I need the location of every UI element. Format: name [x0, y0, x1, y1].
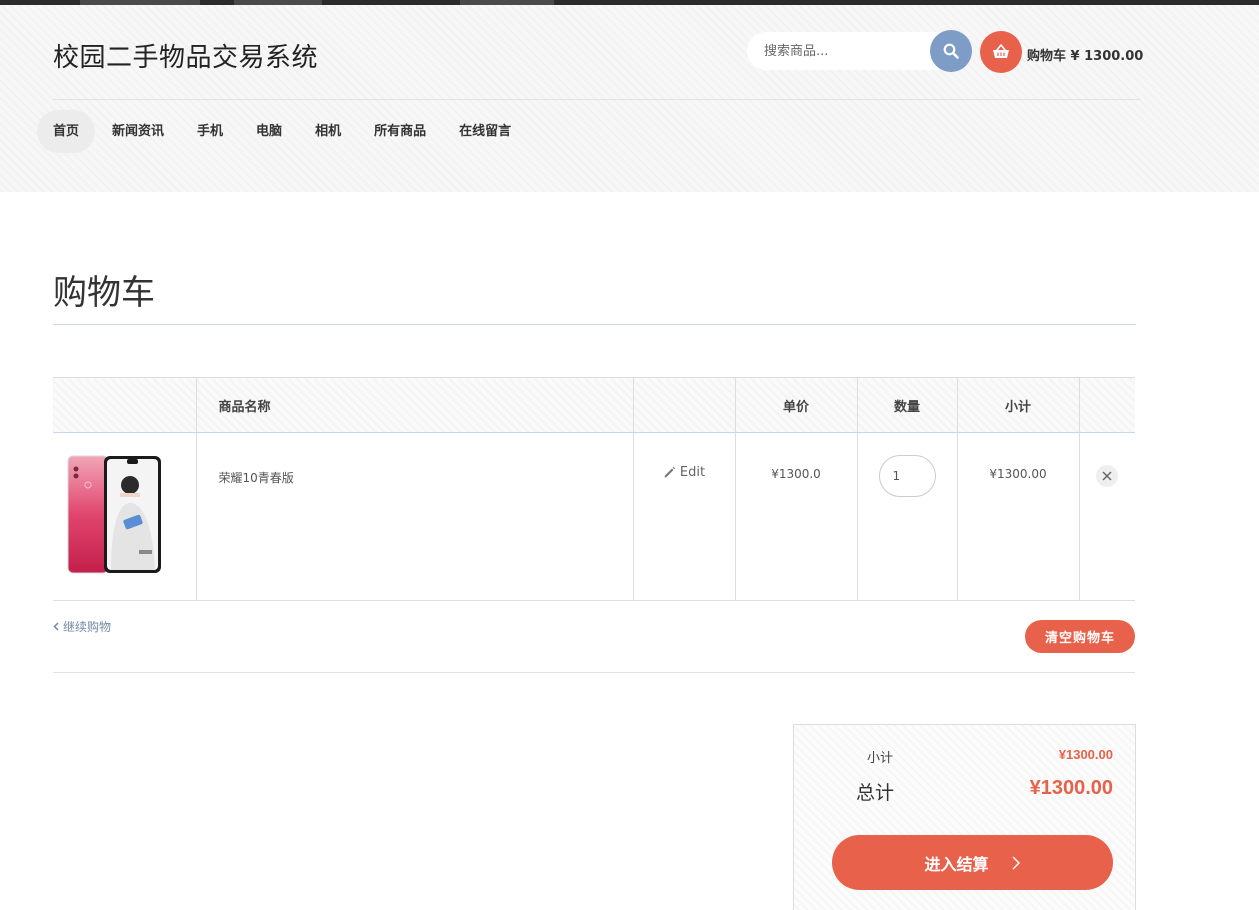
- nav-item-computers[interactable]: 电脑: [240, 110, 298, 153]
- nav-item-messages[interactable]: 在线留言: [443, 110, 527, 153]
- product-image[interactable]: [67, 455, 162, 577]
- header-unit-price: 单价: [734, 377, 858, 433]
- header-remove: [1078, 377, 1135, 433]
- continue-shopping-label: 继续购物: [63, 620, 112, 634]
- product-name[interactable]: 荣耀10青春版: [219, 471, 294, 485]
- checkout-label: 进入结算: [924, 854, 989, 874]
- nav-item-news[interactable]: 新闻资讯: [96, 110, 180, 153]
- header-subtotal: 小计: [956, 377, 1080, 433]
- unit-price: ¥1300.0: [771, 467, 821, 481]
- cart-button[interactable]: [980, 31, 1022, 73]
- page-title: 购物车: [53, 273, 155, 313]
- nav-item-phones[interactable]: 手机: [181, 110, 239, 153]
- main-nav: 首页 新闻资讯 手机 电脑 相机 所有商品 在线留言: [37, 110, 528, 153]
- pencil-icon: [664, 466, 676, 478]
- header-quantity: 数量: [856, 377, 958, 433]
- quantity-cell: [856, 432, 958, 601]
- remove-item-button[interactable]: [1096, 465, 1119, 487]
- basket-icon: [993, 44, 1009, 58]
- nav-item-cameras[interactable]: 相机: [299, 110, 357, 153]
- header-product-name: 商品名称: [195, 377, 634, 433]
- cart-bottom-divider: [53, 672, 1135, 673]
- table-row: 荣耀10青春版 Edit ¥1300.0 ¥1300.00: [53, 432, 1135, 601]
- subtotal-label: 小计: [867, 751, 894, 766]
- product-name-cell: 荣耀10青春版: [195, 432, 634, 601]
- subtotal-value: ¥1300.00: [1058, 747, 1113, 762]
- chevron-left-icon: [53, 622, 59, 631]
- remove-cell: [1078, 432, 1135, 601]
- clear-cart-button[interactable]: 清空购物车: [1025, 620, 1135, 653]
- title-divider: [53, 324, 1136, 325]
- chevron-right-icon: [1012, 856, 1020, 869]
- row-subtotal: ¥1300.00: [989, 467, 1047, 481]
- close-icon: [1102, 471, 1112, 481]
- cart-table: 商品名称 单价 数量 小计 荣耀10青春版 Edit ¥1300.0 1 ¥13…: [53, 377, 1135, 601]
- quantity-input[interactable]: [878, 455, 936, 497]
- site-title[interactable]: 校园二手物品交易系统: [53, 37, 318, 74]
- product-image-cell: [53, 432, 197, 601]
- total-value: ¥1300.00: [1029, 777, 1113, 799]
- search-input[interactable]: [747, 32, 957, 70]
- continue-shopping-link[interactable]: 继续购物: [53, 618, 111, 635]
- nav-item-home[interactable]: 首页: [37, 110, 96, 153]
- nav-item-all-products[interactable]: 所有商品: [358, 110, 442, 153]
- subtotal-cell: ¥1300.00: [956, 432, 1080, 601]
- header-divider: [53, 99, 1140, 100]
- cart-totals-panel: 小计 ¥1300.00 总计 ¥1300.00 进入结算: [793, 724, 1136, 910]
- unit-price-cell: ¥1300.0: [734, 432, 858, 601]
- total-label: 总计: [856, 782, 895, 804]
- search-button[interactable]: [930, 30, 972, 72]
- table-header-row: 商品名称 单价 数量 小计: [53, 377, 1135, 433]
- search-icon: [943, 43, 959, 59]
- checkout-button[interactable]: 进入结算: [832, 835, 1113, 890]
- header-image: [53, 377, 197, 433]
- edit-link[interactable]: Edit: [663, 465, 705, 480]
- edit-cell: Edit: [632, 432, 736, 601]
- site-header: 校园二手物品交易系统 购物车 ¥ 1300.00 首页 新闻资讯 手机 电脑 相…: [0, 5, 1259, 192]
- header-edit: [632, 377, 736, 433]
- cart-total-label[interactable]: 购物车 ¥ 1300.00: [1027, 45, 1143, 64]
- edit-label: Edit: [679, 465, 706, 480]
